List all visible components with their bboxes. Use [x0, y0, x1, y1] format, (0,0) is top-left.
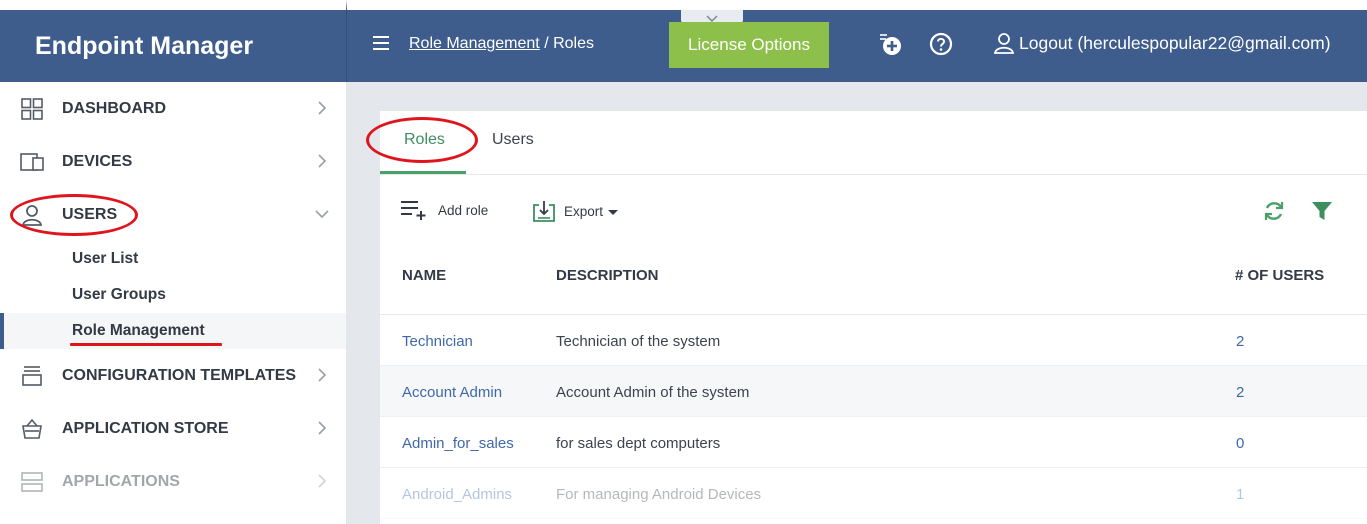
table-row: Android_Admins For managing Android Devi… [380, 468, 1367, 519]
breadcrumb: Role Management / Roles [409, 35, 594, 53]
breadcrumb-current: Roles [553, 35, 594, 52]
sidebar-item-devices[interactable]: DEVICES [0, 135, 346, 188]
table-row: Technician Technician of the system 2 [380, 315, 1367, 366]
sidebar-item-label: DEVICES [62, 152, 133, 170]
role-users-count-link[interactable]: 0 [1236, 435, 1244, 452]
sidebar-subitem-label: Role Management [72, 322, 205, 339]
export-icon [533, 201, 555, 222]
dashboard-grid-icon [20, 97, 44, 121]
table-row: Admin_for_sales for sales dept computers… [380, 417, 1367, 468]
sidebar-item-users[interactable]: USERS [0, 188, 346, 241]
sidebar-item-dashboard[interactable]: DASHBOARD [0, 82, 346, 135]
devices-icon [20, 150, 44, 174]
store-basket-icon [20, 417, 44, 441]
chevron-down-icon [312, 204, 332, 224]
sidebar-item-application-store[interactable]: APPLICATION STORE [0, 402, 346, 455]
license-options-button[interactable]: License Options [669, 22, 829, 68]
sidebar-item-label: APPLICATIONS [62, 472, 180, 490]
brand-title: Endpoint Manager [0, 0, 347, 82]
role-description: for sales dept computers [556, 435, 721, 452]
table-row: Account Admin Account Admin of the syste… [380, 366, 1367, 417]
help-icon[interactable] [928, 31, 954, 57]
logout-label: Logout (herculespopular22@gmail.com) [1019, 32, 1331, 53]
main-content: Roles Users Add role Export NAME DESCRIP… [347, 82, 1367, 524]
role-description: For managing Android Devices [556, 486, 762, 503]
sidebar-subitem-role-management[interactable]: Role Management [0, 313, 346, 349]
role-users-count-link[interactable]: 1 [1236, 486, 1244, 503]
chevron-right-icon [312, 151, 332, 171]
export-label: Export [564, 203, 604, 219]
column-header-users-count[interactable]: # OF USERS [1235, 267, 1324, 284]
refresh-icon[interactable] [1262, 199, 1286, 223]
breadcrumb-link-role-management[interactable]: Role Management [409, 35, 540, 52]
chevron-right-icon [312, 98, 332, 118]
roles-panel: Roles Users Add role Export NAME DESCRIP… [366, 111, 1367, 524]
sidebar-item-configuration-templates[interactable]: CONFIGURATION TEMPLATES [0, 349, 346, 402]
sidebar-item-label: APPLICATION STORE [62, 419, 229, 437]
sidebar-subitem-user-list[interactable]: User List [0, 241, 346, 277]
sidebar-item-label: DASHBOARD [62, 99, 166, 117]
tab-users[interactable]: Users [492, 131, 534, 149]
sidebar: Endpoint Manager DASHBOARD DEVICES USERS… [0, 0, 347, 524]
column-header-name[interactable]: NAME [402, 267, 446, 284]
hamburger-menu-icon[interactable] [373, 36, 389, 50]
table-header: NAME DESCRIPTION # OF USERS [380, 253, 1367, 315]
applications-icon [20, 470, 44, 494]
caret-down-icon [608, 209, 619, 215]
tab-roles[interactable]: Roles [404, 131, 445, 149]
red-highlight-underline [70, 343, 222, 346]
sidebar-item-label: USERS [62, 205, 118, 223]
export-dropdown-button[interactable]: Export [532, 199, 619, 223]
top-bar: Role Management / Roles License Options … [347, 10, 1367, 82]
breadcrumb-separator: / [539, 35, 554, 52]
role-description: Account Admin of the system [556, 384, 750, 401]
role-name-link[interactable]: Admin_for_sales [402, 435, 514, 452]
toolbar: Add role Export [380, 175, 1367, 243]
logout-link[interactable]: Logout (herculespopular22@gmail.com) [993, 32, 1331, 54]
column-header-description[interactable]: DESCRIPTION [556, 267, 659, 284]
role-users-count-link[interactable]: 2 [1236, 333, 1244, 350]
role-description: Technician of the system [556, 333, 721, 350]
sidebar-nav: DASHBOARD DEVICES USERS User List User G [0, 82, 347, 524]
sidebar-item-applications[interactable]: APPLICATIONS [0, 455, 346, 508]
page: Endpoint Manager DASHBOARD DEVICES USERS… [0, 0, 1367, 524]
template-stack-icon [20, 364, 44, 388]
filter-icon[interactable] [1310, 199, 1334, 223]
user-icon [993, 32, 1015, 54]
sidebar-subitem-user-groups[interactable]: User Groups [0, 277, 346, 313]
tab-bar: Roles Users [366, 111, 1367, 175]
role-name-link[interactable]: Android_Admins [402, 486, 512, 503]
add-role-button[interactable]: Add role [400, 199, 488, 221]
role-users-count-link[interactable]: 2 [1236, 384, 1244, 401]
active-tab-indicator [380, 171, 466, 174]
chevron-right-icon [312, 418, 332, 438]
user-icon [20, 203, 44, 227]
add-role-label: Add role [438, 202, 489, 218]
chevron-right-icon [312, 471, 332, 491]
add-list-icon [401, 201, 426, 220]
role-name-link[interactable]: Technician [402, 333, 473, 350]
sidebar-item-label: CONFIGURATION TEMPLATES [62, 366, 297, 384]
add-notification-icon[interactable] [877, 31, 903, 57]
role-name-link[interactable]: Account Admin [402, 384, 502, 401]
chevron-right-icon [312, 365, 332, 385]
